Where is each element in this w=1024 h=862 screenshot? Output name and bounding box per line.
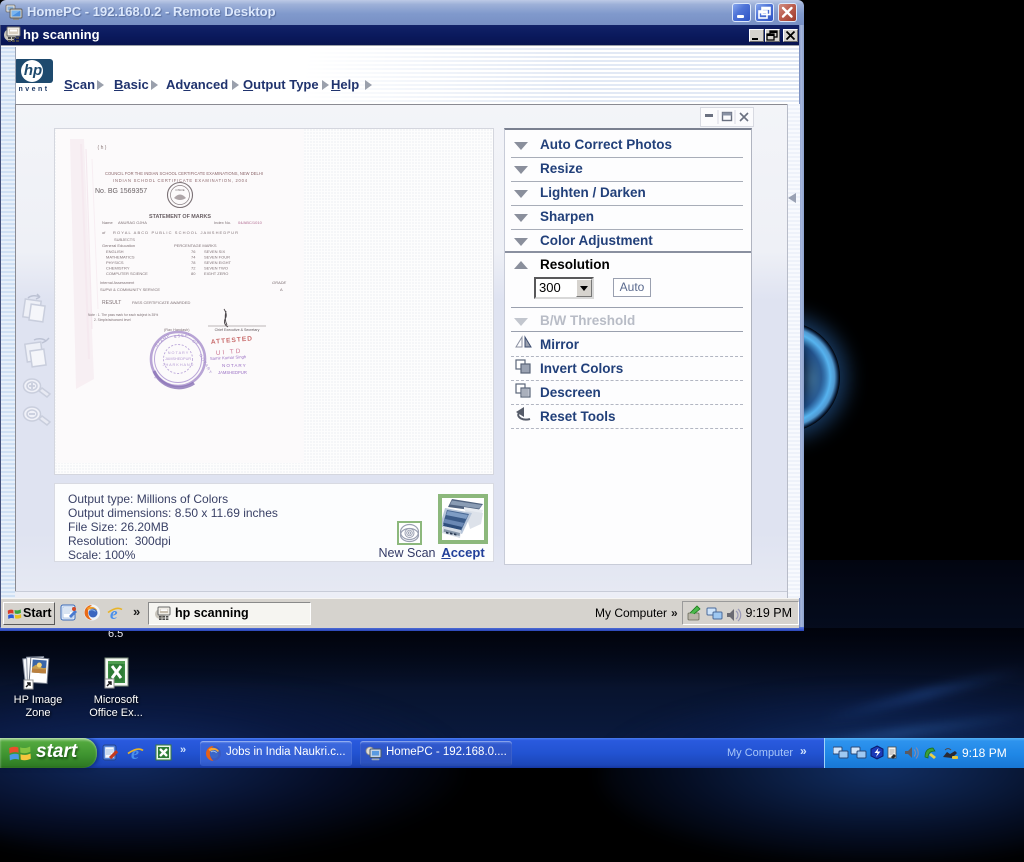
svg-text:A: A	[280, 287, 283, 292]
svg-text:Index No.: Index No.	[214, 220, 231, 225]
svg-text:Internal Assessment: Internal Assessment	[100, 281, 135, 285]
svg-text:NOTARY: NOTARY	[222, 363, 247, 368]
svg-text:( h ): ( h )	[98, 145, 107, 151]
svg-text:SEVEN SIX: SEVEN SIX	[204, 249, 225, 254]
svg-text:MATHEMATICS: MATHEMATICS	[106, 255, 135, 260]
svg-text:Chief Executive & Secretary: Chief Executive & Secretary	[215, 328, 260, 332]
svg-text:COUNCIL FOR THE INDIAN SCHOOL: COUNCIL FOR THE INDIAN SCHOOL CERTIFICAT…	[105, 171, 263, 176]
svg-text:CHEMISTRY: CHEMISTRY	[106, 266, 130, 271]
svg-text:RESULT: RESULT	[102, 300, 121, 306]
svg-text:78: 78	[191, 260, 196, 265]
svg-text:General Education: General Education	[102, 243, 135, 248]
svg-text:72: 72	[191, 266, 196, 271]
svg-text:SUBJECTS: SUBJECTS	[114, 237, 135, 242]
svg-text:ENGLISH: ENGLISH	[106, 249, 124, 254]
svg-text:COMPUTER SCIENCE: COMPUTER SCIENCE	[106, 271, 148, 276]
svg-text:JAMSHEDPUR: JAMSHEDPUR	[165, 357, 191, 361]
svg-text:ANURAG OJHA: ANURAG OJHA	[118, 220, 147, 225]
svg-text:e: e	[110, 604, 118, 623]
svg-text:04/ABC/1010: 04/ABC/1010	[238, 220, 263, 225]
svg-text:STATEMENT OF MARKS: STATEMENT OF MARKS	[149, 214, 211, 220]
svg-text:N O T A R Y: N O T A R Y	[168, 351, 189, 355]
svg-text:PERCENTAGE MARKS: PERCENTAGE MARKS	[174, 243, 217, 248]
svg-text:Note : 1. The pass mark for ea: Note : 1. The pass mark for each subject…	[88, 313, 158, 317]
svg-text:PHYSICS: PHYSICS	[106, 260, 124, 265]
svg-text:SEVEN EIGHT: SEVEN EIGHT	[204, 260, 231, 265]
svg-text:Name: Name	[102, 220, 113, 225]
svg-text:JAMSHEDPUR: JAMSHEDPUR	[218, 370, 247, 375]
svg-text:SUPW & COMMUNITY SERVICE: SUPW & COMMUNITY SERVICE	[100, 287, 160, 292]
svg-text:CISCE: CISCE	[175, 188, 184, 192]
svg-text:GRADE: GRADE	[272, 280, 287, 285]
svg-text:74: 74	[191, 255, 196, 260]
svg-text:2. Simple/advanced level: 2. Simple/advanced level	[94, 318, 131, 322]
svg-text:J H A R K H A N D: J H A R K H A N D	[163, 363, 194, 367]
svg-text:PASS CERTIFICATE AWARDED: PASS CERTIFICATE AWARDED	[132, 300, 190, 305]
svg-text:ROYAL ABCD PUBLIC SCHOOL J: ROYAL ABCD PUBLIC SCHOOL JAMSHEDPUR	[113, 230, 238, 235]
svg-text:EIGHT ZERO: EIGHT ZERO	[204, 271, 228, 276]
svg-text:80: 80	[191, 271, 196, 276]
svg-text:No. BG 1569357: No. BG 1569357	[95, 188, 147, 195]
svg-text:76: 76	[191, 249, 196, 254]
svg-text:e: e	[131, 743, 139, 763]
svg-text:SEVEN TWO: SEVEN TWO	[204, 266, 228, 271]
svg-text:SEVEN FOUR: SEVEN FOUR	[204, 255, 230, 260]
